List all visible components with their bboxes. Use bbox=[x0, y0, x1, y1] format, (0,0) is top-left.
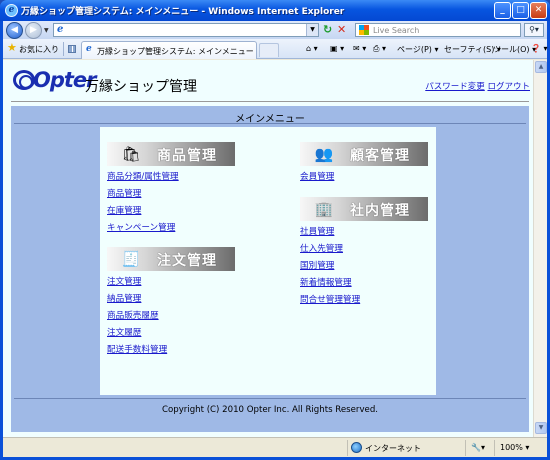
minimize-button[interactable]: _ bbox=[494, 2, 511, 19]
account-links: パスワード変更 ログアウト bbox=[425, 80, 530, 92]
feeds-icon[interactable]: ▣ ▾ bbox=[330, 44, 344, 53]
link-country[interactable]: 国別管理 bbox=[300, 258, 360, 275]
help-menu[interactable]: ❓ ▾ bbox=[531, 44, 548, 53]
page-menu[interactable]: ページ(P) ▾ bbox=[397, 44, 438, 55]
link-employee[interactable]: 社員管理 bbox=[300, 224, 360, 241]
customers-links: 会員管理 bbox=[300, 169, 334, 186]
shop-name: 万縁ショップ管理 bbox=[85, 79, 197, 95]
link-inquiry[interactable]: 問合せ管理管理 bbox=[300, 292, 360, 309]
close-button[interactable]: ✕ bbox=[530, 2, 547, 19]
scroll-down-icon[interactable]: ▼ bbox=[535, 422, 547, 434]
forward-button[interactable]: ▶ bbox=[25, 22, 42, 39]
link-product-management[interactable]: 商品管理 bbox=[107, 186, 179, 203]
mail-icon[interactable]: ✉ ▾ bbox=[353, 44, 366, 53]
new-tab-button[interactable] bbox=[259, 43, 279, 57]
back-button[interactable]: ◀ bbox=[6, 22, 23, 39]
status-bar: インターネット 🔧▾ 100% ▾ bbox=[3, 437, 547, 457]
internal-title: 社内管理 bbox=[350, 203, 410, 219]
header-divider bbox=[11, 101, 529, 102]
tools-menu[interactable]: ツール(O) ▾ bbox=[493, 44, 536, 55]
link-order-management[interactable]: 注文管理 bbox=[107, 274, 167, 291]
menu-box: 🛍 商品管理 商品分類/属性管理 商品管理 在庫管理 キャンペーン管理 🧾 注文… bbox=[100, 127, 436, 395]
link-delivery[interactable]: 納品管理 bbox=[107, 291, 167, 308]
opter-logo-swirl-icon bbox=[13, 70, 35, 90]
orders-title: 注文管理 bbox=[157, 253, 217, 269]
page-icon: e bbox=[57, 24, 64, 35]
opter-logo: Opter bbox=[13, 68, 97, 92]
maximize-button[interactable]: □ bbox=[512, 2, 529, 19]
zoom-level[interactable]: 100% ▾ bbox=[500, 443, 529, 452]
ie-icon: e bbox=[5, 4, 18, 17]
orders-header: 🧾 注文管理 bbox=[107, 247, 235, 271]
tab-page-icon: e bbox=[86, 44, 92, 54]
password-change-link[interactable]: パスワード変更 bbox=[425, 82, 485, 92]
home-icon[interactable]: ⌂ ▾ bbox=[306, 44, 318, 53]
status-divider bbox=[494, 440, 495, 456]
page-viewport: Opter 万縁ショップ管理 パスワード変更 ログアウト メインメニュー 🛍 商… bbox=[3, 60, 533, 437]
quick-tabs-icon[interactable] bbox=[68, 45, 76, 53]
browser-body: ◀ ▶ ▼ e ▼ ↻ ✕ Live Search ⚲▾ ★ お気に入り e 万… bbox=[3, 21, 548, 457]
internal-header: 🏢 社内管理 bbox=[300, 197, 428, 221]
products-title: 商品管理 bbox=[157, 148, 217, 164]
internal-links: 社員管理 仕入先管理 国別管理 新着情報管理 問合せ管理管理 bbox=[300, 224, 360, 309]
menu-title-divider bbox=[14, 123, 526, 124]
scroll-up-icon[interactable]: ▲ bbox=[535, 61, 547, 73]
products-icon: 🛍 bbox=[121, 145, 141, 163]
stop-icon[interactable]: ✕ bbox=[337, 24, 346, 36]
address-toolbar: ◀ ▶ ▼ e ▼ ↻ ✕ Live Search ⚲▾ bbox=[3, 21, 547, 39]
toolbar-separator bbox=[63, 42, 64, 56]
window-title: 万縁ショップ管理システム: メインメニュー - Windows Internet… bbox=[21, 7, 345, 17]
link-shipping-fee[interactable]: 配送手数料管理 bbox=[107, 342, 167, 359]
link-campaign[interactable]: キャンペーン管理 bbox=[107, 220, 179, 237]
orders-icon: 🧾 bbox=[121, 250, 141, 268]
main-menu-panel: メインメニュー 🛍 商品管理 商品分類/属性管理 商品管理 在庫管理 キャンペー… bbox=[11, 106, 529, 432]
tab-main-menu[interactable]: e 万縁ショップ管理システム: メインメニュー bbox=[81, 41, 257, 59]
footer-divider bbox=[14, 398, 526, 399]
protected-mode-icon[interactable]: 🔧▾ bbox=[471, 443, 485, 452]
link-inventory[interactable]: 在庫管理 bbox=[107, 203, 179, 220]
customers-header: 👥 顧客管理 bbox=[300, 142, 428, 166]
status-divider bbox=[347, 440, 348, 456]
link-order-history[interactable]: 注文履歴 bbox=[107, 325, 167, 342]
orders-links: 注文管理 納品管理 商品販売履歴 注文履歴 配送手数料管理 bbox=[107, 274, 167, 359]
link-news[interactable]: 新着情報管理 bbox=[300, 275, 360, 292]
search-input[interactable]: Live Search bbox=[355, 23, 521, 37]
internet-globe-icon bbox=[351, 442, 362, 453]
customers-icon: 👥 bbox=[314, 145, 334, 163]
link-product-category[interactable]: 商品分類/属性管理 bbox=[107, 169, 179, 186]
browser-window: e 万縁ショップ管理システム: メインメニュー - Windows Intern… bbox=[0, 0, 550, 460]
address-bar[interactable]: e ▼ bbox=[53, 23, 319, 37]
favorites-star-icon[interactable]: ★ bbox=[7, 42, 17, 54]
link-supplier[interactable]: 仕入先管理 bbox=[300, 241, 360, 258]
live-search-logo-icon bbox=[359, 25, 369, 35]
products-header: 🛍 商品管理 bbox=[107, 142, 235, 166]
link-sales-history[interactable]: 商品販売履歴 bbox=[107, 308, 167, 325]
address-dropdown-icon[interactable]: ▼ bbox=[306, 24, 318, 36]
vertical-scrollbar[interactable]: ▲ ▼ bbox=[533, 60, 547, 437]
tab-label: 万縁ショップ管理システム: メインメニュー bbox=[97, 47, 254, 56]
status-divider bbox=[465, 440, 466, 456]
history-dropdown-icon[interactable]: ▼ bbox=[44, 27, 49, 34]
title-bar[interactable]: e 万縁ショップ管理システム: メインメニュー - Windows Intern… bbox=[0, 0, 550, 21]
search-button[interactable]: ⚲▾ bbox=[524, 23, 544, 37]
print-icon[interactable]: ⎙ ▾ bbox=[373, 44, 386, 54]
copyright: Copyright (C) 2010 Opter Inc. All Rights… bbox=[161, 405, 379, 415]
security-zone: インターネット bbox=[365, 444, 421, 453]
link-member-management[interactable]: 会員管理 bbox=[300, 169, 334, 186]
customers-title: 顧客管理 bbox=[350, 148, 410, 164]
search-placeholder: Live Search bbox=[373, 26, 420, 35]
favorites-button[interactable]: お気に入り bbox=[19, 44, 59, 55]
logout-link[interactable]: ログアウト bbox=[487, 82, 530, 92]
products-links: 商品分類/属性管理 商品管理 在庫管理 キャンペーン管理 bbox=[107, 169, 179, 237]
company-building-icon: 🏢 bbox=[314, 200, 334, 218]
refresh-icon[interactable]: ↻ bbox=[323, 24, 332, 36]
favorites-toolbar: ★ お気に入り e 万縁ショップ管理システム: メインメニュー ⌂ ▾ ▣ ▾ … bbox=[3, 39, 548, 59]
